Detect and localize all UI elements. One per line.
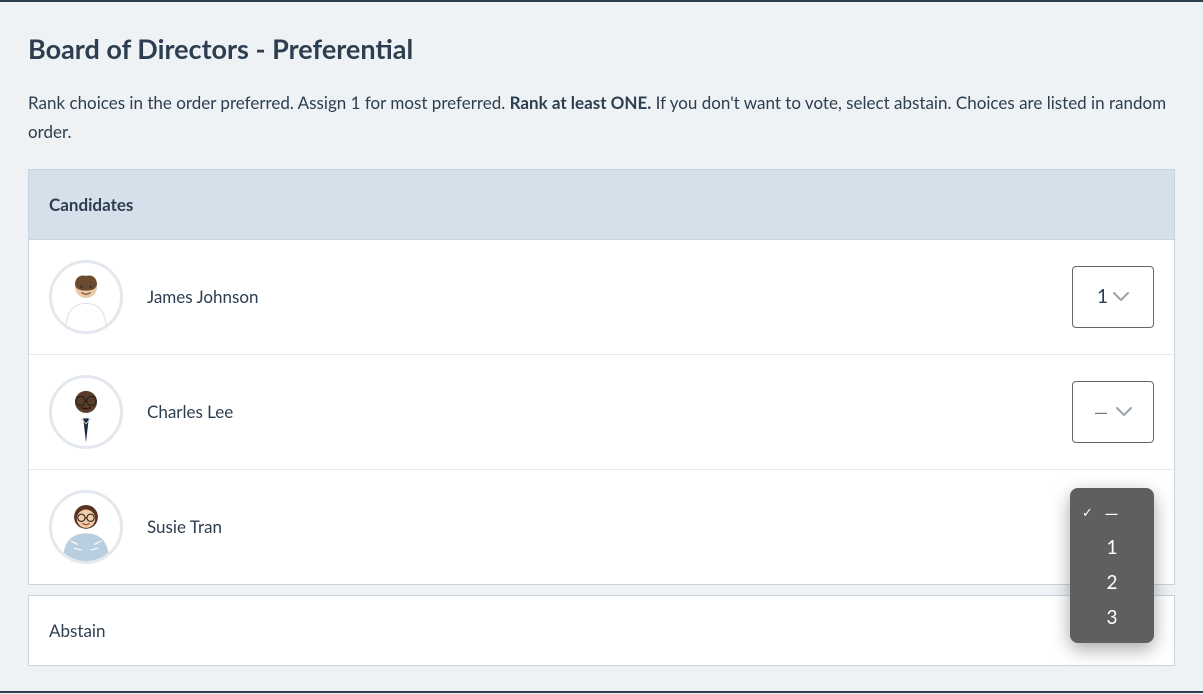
rank-option-3[interactable]: 3 <box>1070 600 1154 635</box>
candidate-row: Susie Tran ✓ — 1 2 3 <box>29 470 1174 584</box>
person-avatar-icon <box>52 493 120 561</box>
avatar <box>49 490 123 564</box>
page-title: Board of Directors - Preferential <box>28 32 1175 65</box>
rank-option-1[interactable]: 1 <box>1070 530 1154 565</box>
check-icon: ✓ <box>1082 504 1093 521</box>
candidate-name: Susie Tran <box>147 516 1072 537</box>
rank-option-placeholder[interactable]: ✓ — <box>1070 496 1154 530</box>
abstain-label: Abstain <box>49 620 105 641</box>
rank-placeholder: — <box>1094 401 1109 423</box>
candidate-row: James Johnson 1 <box>29 240 1174 355</box>
rank-option-2[interactable]: 2 <box>1070 565 1154 600</box>
chevron-down-icon <box>1116 407 1132 417</box>
candidate-row: Charles Lee — <box>29 355 1174 470</box>
candidate-name: James Johnson <box>147 286 1072 307</box>
avatar <box>49 375 123 449</box>
chevron-down-icon <box>1113 292 1129 302</box>
instructions-strong: Rank at least ONE. <box>510 92 652 113</box>
rank-value: 1 <box>1097 285 1108 308</box>
candidates-table: Candidates James Johnson 1 <box>28 169 1175 585</box>
table-header: Candidates <box>29 170 1174 240</box>
rank-option-label: 3 <box>1106 606 1117 629</box>
rank-select[interactable]: — <box>1072 381 1154 443</box>
candidate-name: Charles Lee <box>147 401 1072 422</box>
rank-select[interactable]: 1 <box>1072 266 1154 328</box>
rank-option-label: 1 <box>1106 536 1117 559</box>
instructions-text: Rank choices in the order preferred. Ass… <box>28 89 1175 147</box>
rank-dropdown-menu: ✓ — 1 2 3 <box>1070 488 1154 643</box>
person-avatar-icon <box>52 378 120 446</box>
rank-option-label: 2 <box>1106 571 1117 594</box>
avatar <box>49 260 123 334</box>
rank-option-label: — <box>1104 502 1119 524</box>
abstain-row[interactable]: Abstain <box>28 595 1175 666</box>
instructions-part1: Rank choices in the order preferred. Ass… <box>28 92 510 113</box>
person-avatar-icon <box>52 263 120 331</box>
